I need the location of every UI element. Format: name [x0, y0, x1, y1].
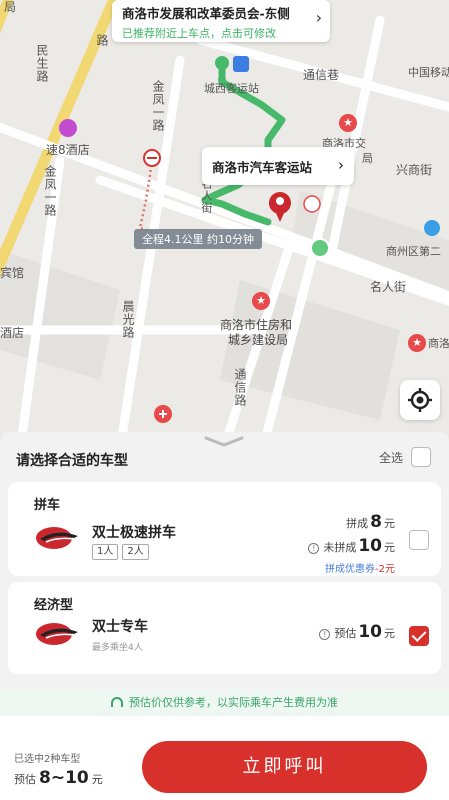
- map-view[interactable]: 民生路 金凤一路 金凤一路 晨光路 通信路 路 局 城西客运站 通信巷 中国移动…: [0, 0, 449, 450]
- select-all-toggle[interactable]: 全选: [379, 447, 431, 467]
- carpool-coupon: 拼成优惠券-2元: [325, 564, 395, 575]
- headset-icon: [111, 697, 123, 707]
- map-label-ju-top: 局: [4, 0, 17, 14]
- economy-car-icon: [36, 623, 81, 645]
- map-label-jiudian: 酒店: [0, 326, 25, 340]
- carpool-name: 双士极速拼车: [92, 525, 176, 541]
- star-icon: ★: [339, 114, 357, 132]
- map-label-ju: 局: [362, 152, 373, 165]
- map-label-minsheng-road: 民生路: [35, 44, 49, 83]
- economy-name: 双士专车: [92, 619, 148, 635]
- panel-title: 请选择合适的车型: [16, 453, 128, 469]
- map-label-jinfeng-road: 金凤一路: [43, 165, 57, 217]
- pickup-hint: 已推荐附近上车点，点击可修改: [122, 27, 276, 40]
- route-info-label: 全程4.1公里 约10分钟: [134, 229, 262, 249]
- economy-capacity: 最多乘坐4人: [92, 643, 143, 653]
- locate-button[interactable]: [400, 380, 440, 420]
- star-icon: ★: [408, 334, 426, 352]
- selected-count-text: 已选中2种车型: [14, 754, 81, 765]
- map-label-mingren-street: 名人街: [370, 280, 407, 294]
- estimate-price: 预估 8~10 元: [14, 768, 103, 788]
- select-all-label: 全选: [378, 450, 403, 465]
- footer-bar: 已选中2种车型 预估 8~10 元 立即呼叫: [0, 716, 449, 800]
- carpool-checkbox[interactable]: [409, 530, 429, 550]
- carpool-car-icon: [36, 527, 81, 549]
- map-label-su8-hotel: 速8酒店: [46, 143, 90, 157]
- seat-option-1[interactable]: 1人: [92, 544, 119, 560]
- locate-icon: [408, 388, 432, 412]
- map-roads: [0, 0, 449, 450]
- map-label-tongxin-lane: 通信巷: [303, 68, 340, 82]
- economy-card[interactable]: 经济型 双士专车 最多乘坐4人 ! 预估 10 元: [8, 582, 441, 674]
- carpool-shared-price: 拼成 8 元: [346, 512, 395, 532]
- seat-option-2[interactable]: 2人: [122, 544, 149, 560]
- carpool-unshared-price: ! 未拼成 10 元: [308, 536, 395, 556]
- map-label-shang-right: 商洛: [428, 337, 449, 350]
- vehicle-selection-panel: 请选择合适的车型 全选 拼车 双士极速拼车 1人 2人 拼成 8 元 ! 未拼成…: [0, 432, 449, 722]
- star-icon: ★: [252, 292, 270, 310]
- collapse-handle-icon[interactable]: [202, 435, 246, 447]
- destination-card[interactable]: 商洛市汽车客运站 ›: [202, 147, 354, 185]
- chevron-right-icon: ›: [315, 8, 322, 27]
- pickup-title: 商洛市发展和改革委员会-东侧: [122, 6, 290, 21]
- map-label-bus-station: 城西客运站: [204, 82, 259, 95]
- seat-options: 1人 2人: [92, 544, 149, 560]
- info-icon[interactable]: !: [308, 543, 320, 554]
- destination-title: 商洛市汽车客运站: [212, 160, 313, 175]
- map-label-jinfeng-road-2: 金凤一路: [151, 80, 165, 132]
- price-notice: 预估价仅供参考，以实际乘车产生费用为准: [0, 690, 449, 716]
- economy-checkbox[interactable]: [409, 626, 429, 646]
- carpool-card[interactable]: 拼车 双士极速拼车 1人 2人 拼成 8 元 ! 未拼成 10 元 拼成优惠券-…: [8, 482, 441, 576]
- select-all-checkbox[interactable]: [411, 447, 431, 467]
- economy-category: 经济型: [34, 598, 74, 613]
- call-now-button[interactable]: 立即呼叫: [142, 741, 427, 793]
- carpool-category: 拼车: [34, 498, 61, 513]
- map-label-china-mobile: 中国移动: [408, 66, 449, 79]
- map-label-housing-2: 城乡建设局: [228, 333, 289, 347]
- map-label-lu-top: 路: [95, 34, 109, 47]
- chevron-right-icon: ›: [338, 156, 344, 174]
- economy-price: ! 预估 10 元: [319, 622, 395, 642]
- map-label-chenguang-road: 晨光路: [121, 300, 135, 339]
- map-label-tongxin-road: 通信路: [233, 368, 247, 407]
- info-icon[interactable]: !: [319, 629, 331, 640]
- pickup-location-card[interactable]: 商洛市发展和改革委员会-东侧 已推荐附近上车点，点击可修改 ›: [112, 0, 330, 42]
- map-label-binguan: 宾馆: [0, 266, 25, 280]
- map-label-xingshang-street: 兴商街: [396, 163, 433, 177]
- map-label-shangzhou-2: 商州区第二: [386, 245, 441, 258]
